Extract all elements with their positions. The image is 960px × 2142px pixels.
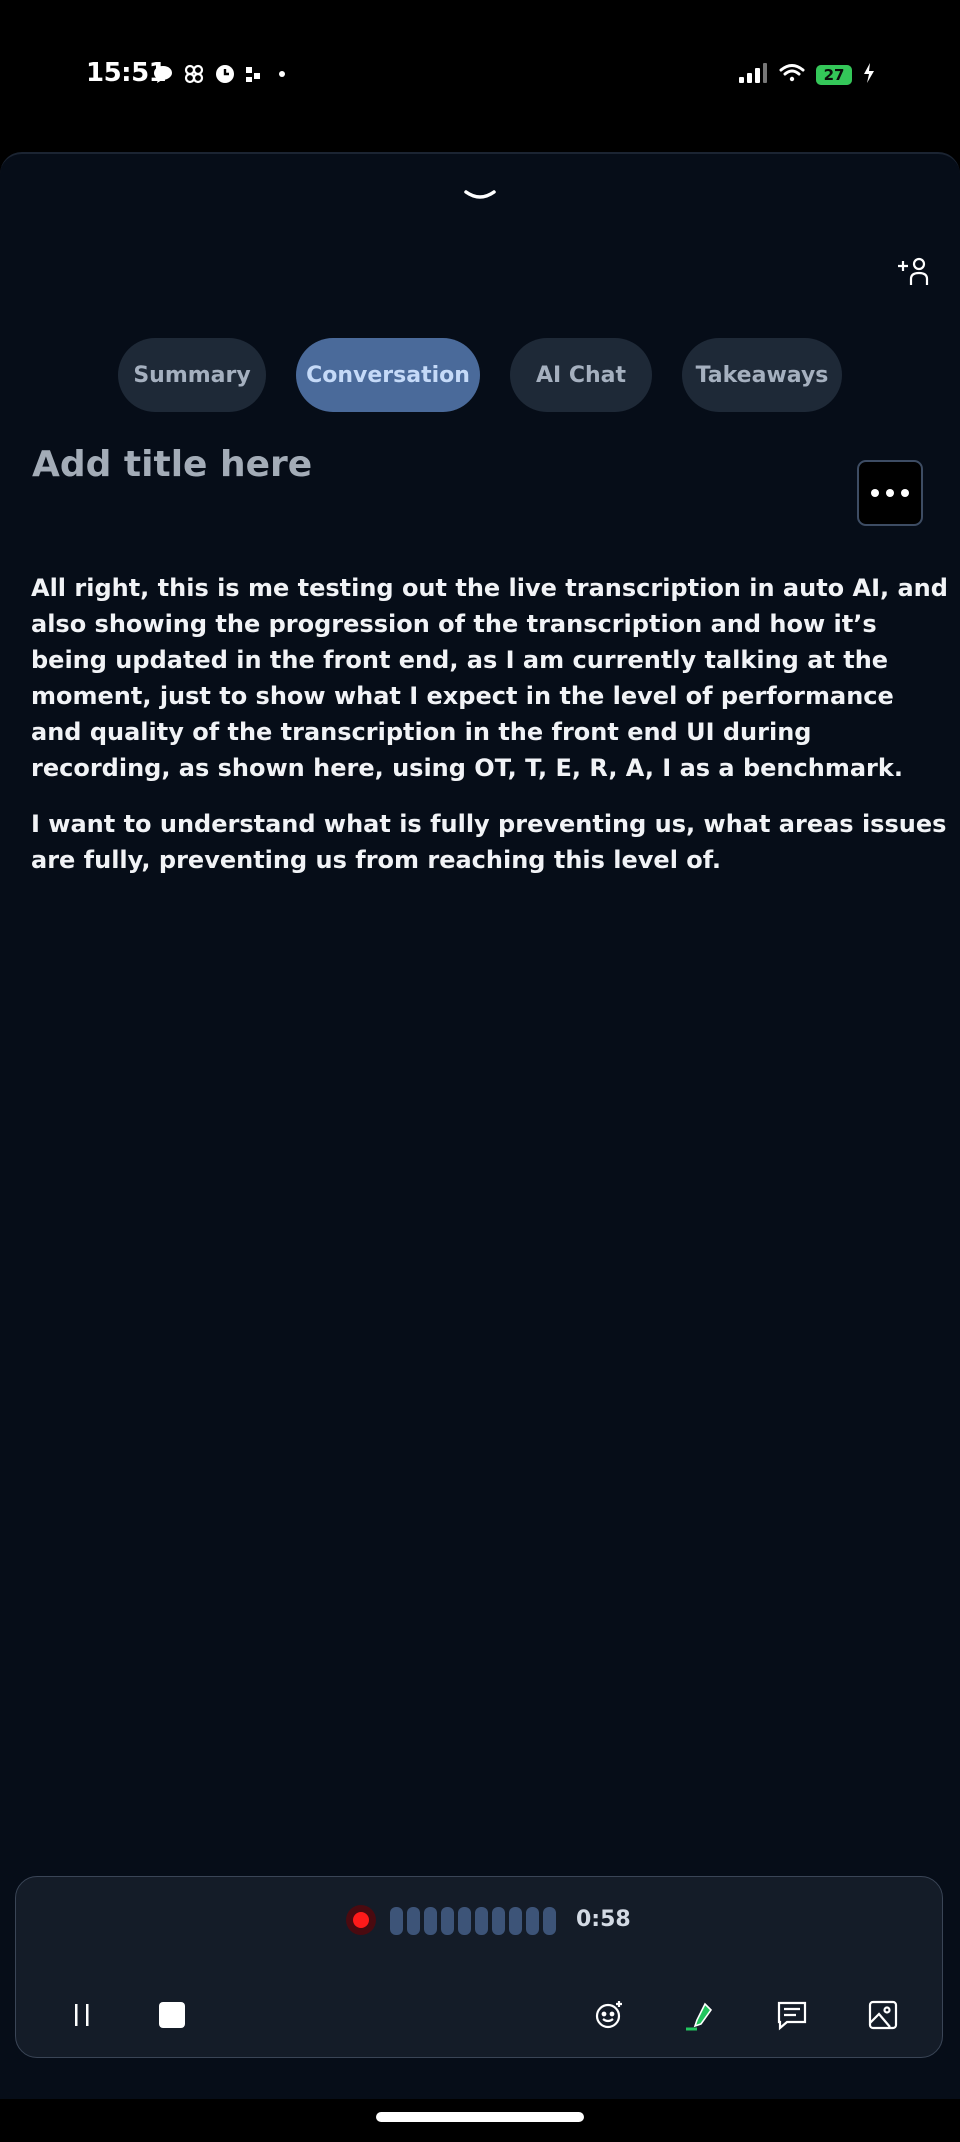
waveform-bar [475,1907,488,1935]
emoji-icon [595,2001,622,2029]
charging-icon [862,62,876,88]
more-options-button[interactable] [857,460,923,526]
tab-ai-chat[interactable]: AI Chat [510,338,652,412]
waveform-bar [492,1907,505,1935]
grid-icon [244,64,264,88]
waveform-bar [390,1907,403,1935]
dot-icon [272,64,292,88]
record-dot-icon [353,1912,369,1928]
transcript-paragraph: All right, this is me testing out the li… [31,574,948,782]
add-image-button[interactable] [863,1995,903,2035]
battery-icon: 27 [816,65,852,85]
waveform-bar [424,1907,437,1935]
pinwheel-icon [182,62,206,90]
recording-panel: 0:58 [15,1876,943,2058]
status-bar: 15:51 27 [0,0,960,150]
waveform-bar [407,1907,420,1935]
pause-button[interactable] [62,1995,102,2035]
wifi-icon [778,62,806,88]
home-indicator [376,2112,584,2122]
transcript-body: All right, this is me testing out the li… [31,570,951,898]
stop-icon [159,2002,185,2028]
waveform-bar [509,1907,522,1935]
add-person-icon [898,257,929,285]
tab-conversation[interactable]: Conversation [296,338,480,412]
system-status: 27 [738,62,876,88]
add-participant-button[interactable] [896,254,930,288]
pause-icon [75,2004,89,2026]
signal-icon [738,62,768,88]
alarm-icon [214,63,236,89]
tab-takeaways[interactable]: Takeaways [682,338,842,412]
more-dot-icon [871,489,879,497]
stop-button[interactable] [152,1995,192,2035]
recording-indicator [346,1905,376,1935]
waveform-bar [441,1907,454,1935]
comment-button[interactable] [772,1995,812,2035]
highlight-button[interactable] [680,1995,720,2035]
tab-bar: Summary Conversation AI Chat Takeaways [0,338,960,412]
recording-time: 0:58 [576,1907,631,1932]
chevron-down-icon [464,190,496,199]
collapse-button[interactable] [462,186,498,210]
title-input[interactable] [32,444,792,485]
comment-icon [777,2001,807,2031]
image-icon [868,2000,898,2030]
highlighter-icon [686,2002,713,2031]
notification-icons [152,62,292,90]
battery-level: 27 [823,66,845,84]
more-dot-icon [886,489,894,497]
audio-waveform [390,1907,556,1935]
tab-summary[interactable]: Summary [118,338,266,412]
transcript-paragraph: I want to understand what is fully preve… [31,810,947,874]
waveform-bar [543,1907,556,1935]
bubble-icon [152,63,174,89]
reaction-button[interactable] [589,1995,629,2035]
more-dot-icon [901,489,909,497]
waveform-bar [458,1907,471,1935]
conversation-sheet: Summary Conversation AI Chat Takeaways A… [0,152,960,2099]
waveform-bar [526,1907,539,1935]
